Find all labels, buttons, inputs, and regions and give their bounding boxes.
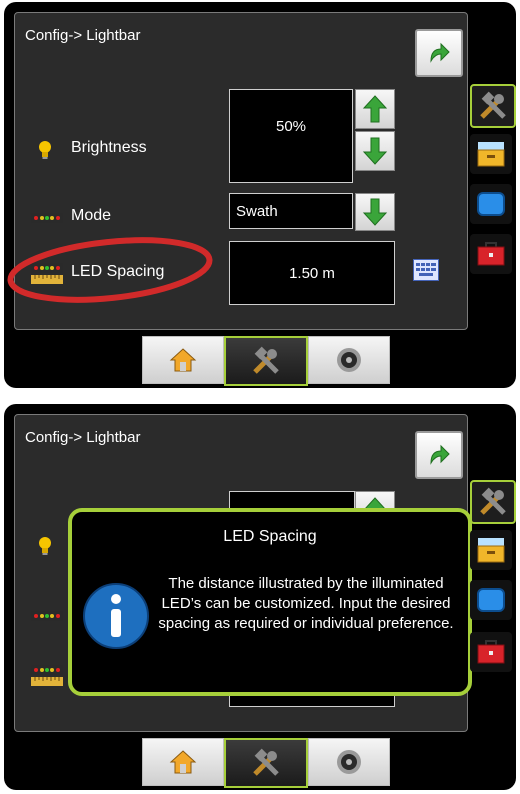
gauge-icon — [337, 750, 361, 774]
info-dialog[interactable]: LED Spacing The distance illustrated by … — [68, 508, 472, 696]
brightness-value[interactable]: 50% — [229, 89, 353, 183]
drawer-icon — [477, 142, 505, 167]
mode-label: Mode — [71, 207, 112, 224]
next-button[interactable] — [415, 29, 463, 77]
arrow-up-icon — [362, 95, 388, 123]
side-tab-toolbox[interactable] — [470, 234, 512, 274]
brightness-up-button[interactable] — [355, 89, 395, 129]
lightbar-ruler-icon — [31, 665, 63, 686]
keyboard-icon[interactable] — [413, 259, 439, 281]
dialog-message: The distance illustrated by the illumina… — [158, 575, 454, 632]
lightbar-leds-icon — [31, 213, 63, 223]
side-tab-display[interactable] — [470, 184, 512, 224]
bottom-tab-home[interactable] — [142, 336, 224, 384]
lightbar-config-screen: Config-> Lightbar Brightness 50% Mode Sw… — [4, 2, 516, 388]
lightbar-config-info-screen: Config-> Lightbar LED Spacing The distan… — [4, 404, 516, 790]
main-panel: Config-> Lightbar Brightness 50% Mode Sw… — [7, 12, 468, 330]
mode-dropdown[interactable]: Swath — [229, 193, 353, 229]
display-icon — [477, 192, 505, 216]
highlight-circle — [7, 237, 213, 303]
toolbox-icon — [477, 640, 505, 664]
page-title: Config-> Lightbar — [25, 27, 141, 44]
brightness-label: Brightness — [71, 139, 147, 156]
lightbulb-icon — [39, 537, 51, 555]
brightness-down-button[interactable] — [355, 131, 395, 171]
led-spacing-value[interactable]: 1.50 m — [229, 241, 395, 305]
toolbox-icon — [477, 242, 505, 266]
arrow-right-icon — [430, 444, 450, 465]
bottom-tab-tools[interactable] — [224, 336, 308, 386]
tools-icon — [480, 487, 506, 515]
arrow-right-icon — [430, 42, 450, 63]
bottom-tab-tools[interactable] — [224, 738, 308, 788]
mode-dropdown-button[interactable] — [355, 193, 395, 231]
bottom-tab-gauge[interactable] — [308, 738, 390, 786]
page-title: Config-> Lightbar — [25, 429, 141, 446]
arrow-down-icon — [362, 198, 388, 226]
lightbulb-icon — [39, 141, 51, 159]
gauge-icon — [337, 348, 361, 372]
bottom-tab-gauge[interactable] — [308, 336, 390, 384]
bottom-tab-home[interactable] — [142, 738, 224, 786]
dialog-title: LED Spacing — [223, 528, 317, 545]
tools-icon — [480, 91, 506, 119]
info-icon — [83, 583, 149, 649]
arrow-down-icon — [362, 137, 388, 165]
side-tab-display[interactable] — [470, 580, 512, 620]
side-tab-tools[interactable] — [470, 480, 516, 524]
tools-icon — [253, 748, 279, 776]
drawer-icon — [477, 538, 505, 563]
home-icon — [169, 348, 197, 372]
lightbar-leds-icon — [31, 611, 63, 621]
home-icon — [169, 750, 197, 774]
side-tab-tools[interactable] — [470, 84, 516, 128]
side-tab-storage[interactable] — [470, 530, 512, 570]
tools-icon — [253, 346, 279, 374]
side-tab-toolbox[interactable] — [470, 632, 512, 672]
display-icon — [477, 588, 505, 612]
side-tab-storage[interactable] — [470, 134, 512, 174]
next-button[interactable] — [415, 431, 463, 479]
